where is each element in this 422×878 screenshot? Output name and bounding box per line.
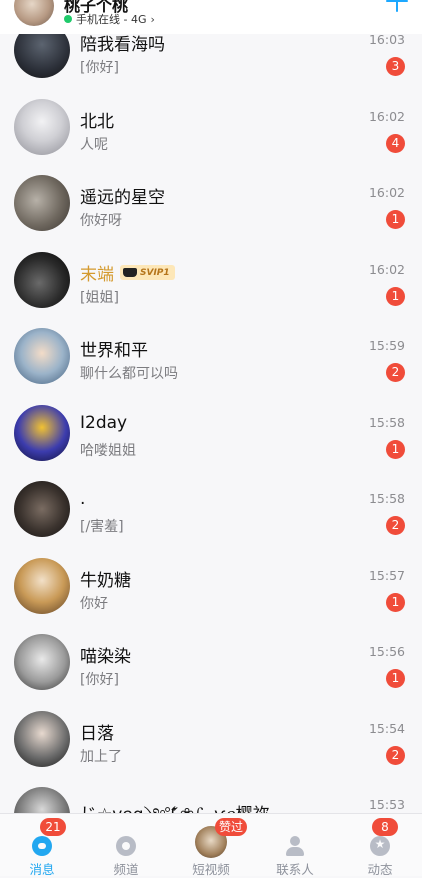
tab-badge: 赞过 xyxy=(215,818,248,836)
contact-name-vip: 末端 SVIP1 xyxy=(80,260,175,285)
unread-badge: 2 xyxy=(386,516,405,535)
tab-label: 联系人 xyxy=(276,862,314,877)
contact-name: I2day xyxy=(80,412,128,433)
online-dot-icon xyxy=(64,15,72,23)
contact-name: 日落 xyxy=(80,723,114,744)
tab-moments[interactable]: 8 动态 xyxy=(338,814,422,877)
eye-icon xyxy=(116,836,136,856)
tab-short-video[interactable]: 赞过 短视频 xyxy=(169,814,253,877)
crown-icon xyxy=(123,268,137,277)
tab-label: 消息 xyxy=(29,862,55,877)
tab-label: 频道 xyxy=(113,862,139,877)
contact-name: . xyxy=(80,489,86,509)
contact-name: 末端 xyxy=(80,264,114,285)
conversation-row[interactable]: 牛奶糖 你好 15:57 1 xyxy=(0,547,422,624)
message-time: 16:03 xyxy=(368,32,405,47)
message-time: 15:59 xyxy=(368,338,405,353)
conversation-row[interactable]: 日落 加上了 15:54 2 xyxy=(0,700,422,777)
avatar xyxy=(14,481,70,537)
message-preview: 你好呀 xyxy=(80,213,122,229)
message-time: 16:02 xyxy=(368,261,405,277)
avatar xyxy=(14,557,70,614)
conversation-row[interactable]: I2day 哈喽姐姐 15:58 1 xyxy=(0,394,422,471)
message-preview: 人呢 xyxy=(80,136,108,153)
message-preview: [姐姐] xyxy=(80,289,119,306)
message-time: 15:58 xyxy=(368,414,405,430)
user-avatar[interactable] xyxy=(14,0,54,26)
add-plus-icon[interactable] xyxy=(386,0,408,12)
contact-name: 北北 xyxy=(80,111,114,132)
avatar xyxy=(14,404,70,461)
message-time: 15:54 xyxy=(368,720,405,736)
conversation-row[interactable]: 北北 人呢 16:02 4 xyxy=(0,88,422,165)
contact-name: 喵染染 xyxy=(80,647,131,667)
avatar xyxy=(14,251,70,308)
contact-name: 世界和平 xyxy=(80,341,148,361)
tab-label: 动态 xyxy=(367,862,393,877)
svip-label: SVIP1 xyxy=(140,267,170,278)
svip-badge: SVIP1 xyxy=(120,265,175,280)
avatar xyxy=(14,634,70,690)
conversation-row[interactable]: 世界和平 聊什么都可以吗 15:59 2 xyxy=(0,318,422,395)
message-preview: 哈喽姐姐 xyxy=(80,442,136,459)
message-time: 15:58 xyxy=(368,491,405,506)
bottom-tab-bar: 21 消息 频道 赞过 短视频 联系人 8 动态 xyxy=(0,813,422,877)
online-status[interactable]: 手机在线 - 4G › xyxy=(64,11,155,27)
tab-badge: 8 xyxy=(372,818,398,836)
message-preview: 聊什么都可以吗 xyxy=(80,366,178,382)
chat-bubble-icon xyxy=(32,836,52,856)
chevron-right-icon: › xyxy=(150,12,155,26)
star-icon xyxy=(370,836,390,856)
conversation-row[interactable]: 遥远的星空 你好呀 16:02 1 xyxy=(0,165,422,242)
message-preview: [/害羞] xyxy=(80,519,124,535)
unread-badge: 4 xyxy=(386,133,405,153)
tab-messages[interactable]: 21 消息 xyxy=(0,814,84,877)
message-time: 15:56 xyxy=(368,644,405,659)
tab-label: 短视频 xyxy=(192,862,230,877)
conversation-row[interactable]: 喵染染 [你好] 15:56 1 xyxy=(0,624,422,701)
conversation-row[interactable]: . [/害羞] 15:58 2 xyxy=(0,471,422,548)
conversation-list: 陪我看海吗 [你好] 16:03 3 北北 人呢 16:02 4 遥远的星空 你… xyxy=(0,12,422,854)
unread-badge: 2 xyxy=(386,745,405,765)
message-preview: [你好] xyxy=(80,672,119,688)
top-bar: 桃子个桃 手机在线 - 4G › xyxy=(0,0,422,34)
unread-badge: 1 xyxy=(386,669,405,688)
tab-badge: 21 xyxy=(40,818,66,836)
unread-badge: 2 xyxy=(386,363,405,382)
contact-name: 遥远的星空 xyxy=(80,188,165,208)
contact-name: 牛奶糖 xyxy=(80,570,131,591)
avatar xyxy=(14,98,70,155)
tab-contacts[interactable]: 联系人 xyxy=(253,814,337,877)
unread-badge: 3 xyxy=(386,57,405,76)
unread-badge: 1 xyxy=(386,210,405,229)
conversation-row[interactable]: 末端 SVIP1 [姐姐] 16:02 1 xyxy=(0,241,422,318)
online-status-text: 手机在线 - 4G xyxy=(76,13,147,26)
message-time: 16:02 xyxy=(368,185,405,200)
unread-badge: 1 xyxy=(386,592,405,612)
message-time: 15:53 xyxy=(368,797,405,812)
message-time: 15:57 xyxy=(368,567,405,583)
avatar xyxy=(14,710,70,767)
message-preview: 加上了 xyxy=(80,748,122,765)
person-icon xyxy=(285,836,305,856)
unread-badge: 1 xyxy=(386,286,405,306)
message-time: 16:02 xyxy=(368,108,405,124)
avatar xyxy=(14,328,70,384)
tab-channels[interactable]: 频道 xyxy=(84,814,168,877)
avatar xyxy=(14,175,70,231)
unread-badge: 1 xyxy=(386,439,405,459)
message-preview: [你好] xyxy=(80,60,119,76)
message-preview: 你好 xyxy=(80,595,108,612)
